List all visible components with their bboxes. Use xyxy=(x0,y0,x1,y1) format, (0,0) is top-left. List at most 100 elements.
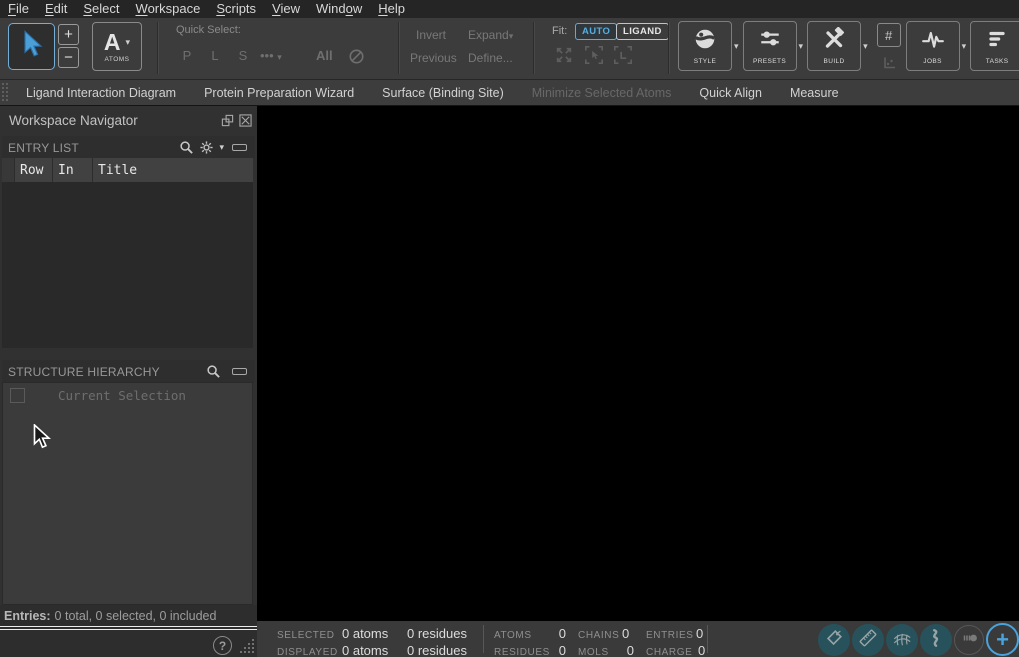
entry-list-gutter xyxy=(2,158,15,182)
menubar-item[interactable]: Scripts xyxy=(208,0,264,18)
presets-group[interactable]: PRESETS ▾ xyxy=(742,21,808,71)
menu-label-part: iew xyxy=(280,1,300,16)
atoms-letter: A xyxy=(103,28,121,55)
resize-grip-icon[interactable] xyxy=(240,638,255,657)
fit-ligand-toggle[interactable]: LIGAND xyxy=(616,23,669,40)
quick-select-solvent-button[interactable]: S xyxy=(236,48,250,63)
help-button[interactable]: ? xyxy=(213,636,232,655)
current-selection-row[interactable]: Current Selection xyxy=(3,383,252,408)
favorites-item[interactable]: Ligand Interaction Diagram xyxy=(26,86,176,100)
menubar-item[interactable]: Help xyxy=(370,0,413,18)
selection-tool-button[interactable] xyxy=(8,23,55,70)
menubar-item[interactable]: Select xyxy=(75,0,127,18)
structure-hierarchy-body[interactable]: Current Selection xyxy=(2,382,253,605)
selected-atoms: 0 atoms xyxy=(342,626,389,641)
zoom-in-button[interactable]: + xyxy=(58,24,79,45)
expand-selection-button[interactable]: Expand▾ xyxy=(468,28,513,42)
tag-icon xyxy=(824,628,844,653)
atoms-button-label: ATOMS xyxy=(104,55,130,63)
toolbar-drag-handle[interactable] xyxy=(1,82,9,104)
fit-selection-icon[interactable] xyxy=(584,45,604,70)
zoom-out-button[interactable]: − xyxy=(58,47,79,68)
chevron-down-icon: ▾ xyxy=(508,31,514,41)
menu-label-accel: H xyxy=(378,1,388,16)
counts-row-1: ATOMS 0 CHAINS 0 ENTRIES 0 xyxy=(494,626,708,641)
quick-select-all-button[interactable]: All xyxy=(316,48,333,63)
atoms-select-button[interactable]: A ▾ ATOMS xyxy=(92,22,142,71)
entries-summary-text: 0 total, 0 selected, 0 included xyxy=(54,608,217,623)
presets-label: PRESETS xyxy=(752,58,787,65)
chevron-down-icon: ▾ xyxy=(277,52,282,62)
search-icon[interactable] xyxy=(206,364,221,379)
quick-select-more-button[interactable]: ••• ▾ xyxy=(260,48,282,63)
float-panel-icon[interactable] xyxy=(221,114,234,127)
collapse-section-icon[interactable] xyxy=(232,144,247,151)
workspace-grid-button[interactable]: # xyxy=(876,23,901,47)
menubar-item[interactable]: View xyxy=(264,0,308,18)
quick-select-ligand-button[interactable]: L xyxy=(208,48,222,63)
panel-footer: ? xyxy=(0,630,257,657)
entry-list-header: ENTRY LIST ▾ xyxy=(2,136,255,159)
invert-selection-button[interactable]: Invert xyxy=(416,28,446,42)
favorites-item[interactable]: Quick Align xyxy=(699,86,762,100)
fit-ligand-icon[interactable] xyxy=(613,45,633,70)
style-button[interactable]: STYLE xyxy=(678,21,732,71)
build-group[interactable]: BUILD ▾ xyxy=(807,21,872,71)
atoms-button-row: A ▾ xyxy=(103,28,130,55)
collapse-section-icon[interactable] xyxy=(232,368,247,375)
define-selection-button[interactable]: Define... xyxy=(468,51,513,65)
presets-button[interactable]: PRESETS xyxy=(742,21,797,71)
menubar-item[interactable]: Workspace xyxy=(128,0,209,18)
displayed-label: DISPLAYED xyxy=(277,647,338,657)
build-button[interactable]: BUILD xyxy=(807,21,862,71)
quick-select-label: Quick Select: xyxy=(176,24,241,36)
style-label: STYLE xyxy=(693,58,717,65)
quick-select-protein-button[interactable]: P xyxy=(180,48,194,63)
favorites-item[interactable]: Measure xyxy=(790,86,839,100)
measure-button[interactable] xyxy=(852,624,884,656)
chevron-down-icon[interactable]: ▾ xyxy=(863,41,868,51)
status-divider xyxy=(707,625,708,653)
fit-auto-toggle[interactable]: AUTO xyxy=(575,23,618,40)
chevron-down-icon[interactable]: ▾ xyxy=(962,41,967,51)
menubar-item[interactable]: Edit xyxy=(37,0,75,18)
chevron-down-icon[interactable]: ▾ xyxy=(799,41,804,51)
previous-selection-button[interactable]: Previous xyxy=(410,51,457,65)
jobs-button[interactable]: JOBS xyxy=(905,21,960,71)
deselect-icon[interactable] xyxy=(348,48,365,70)
workspace-actions-toggle[interactable] xyxy=(954,625,984,655)
entry-list-body[interactable] xyxy=(2,182,253,348)
chevron-down-icon[interactable]: ▾ xyxy=(219,143,224,152)
maestro-window: File Edit Select Workspace Scripts View Window… xyxy=(0,0,1019,657)
current-selection-checkbox[interactable] xyxy=(10,388,25,403)
add-entry-button[interactable]: + xyxy=(986,623,1019,656)
menubar-item[interactable]: Window xyxy=(308,0,370,18)
gear-icon[interactable] xyxy=(199,140,214,155)
favorites-item[interactable]: Minimize Selected Atoms xyxy=(532,86,672,100)
fit-all-icon[interactable] xyxy=(554,45,574,70)
label-atoms-button[interactable] xyxy=(818,624,850,656)
menu-label-accel: o xyxy=(345,1,353,16)
tasks-button[interactable]: TASKS xyxy=(970,21,1019,71)
entry-list-table-header: Row In Title xyxy=(2,158,253,182)
plot-icon[interactable] xyxy=(881,55,897,76)
style-group[interactable]: STYLE ▾ xyxy=(678,21,743,71)
favorites-item[interactable]: Surface (Binding Site) xyxy=(382,86,504,100)
menu-label-accel: E xyxy=(44,1,54,16)
column-header-title[interactable]: Title xyxy=(93,158,253,182)
favorites-item[interactable]: Protein Preparation Wizard xyxy=(204,86,354,100)
column-header-in[interactable]: In xyxy=(53,158,93,182)
ribbon-button[interactable] xyxy=(920,624,952,656)
mols-count-value: 0 xyxy=(626,643,634,657)
column-header-row[interactable]: Row xyxy=(15,158,53,182)
workspace-3d-canvas[interactable] xyxy=(257,106,1019,620)
close-panel-icon[interactable] xyxy=(239,113,252,127)
chevron-down-icon[interactable]: ▾ xyxy=(734,41,739,51)
structure-hierarchy-header: STRUCTURE HIERARCHY xyxy=(2,360,255,383)
search-icon[interactable] xyxy=(179,140,194,155)
menubar-item[interactable]: File xyxy=(0,0,37,18)
surface-button[interactable] xyxy=(886,624,918,656)
atoms-count-value: 0 xyxy=(558,626,566,641)
jobs-group[interactable]: JOBS ▾ xyxy=(905,21,971,71)
tasks-group[interactable]: TASKS ▾ xyxy=(970,21,1019,71)
